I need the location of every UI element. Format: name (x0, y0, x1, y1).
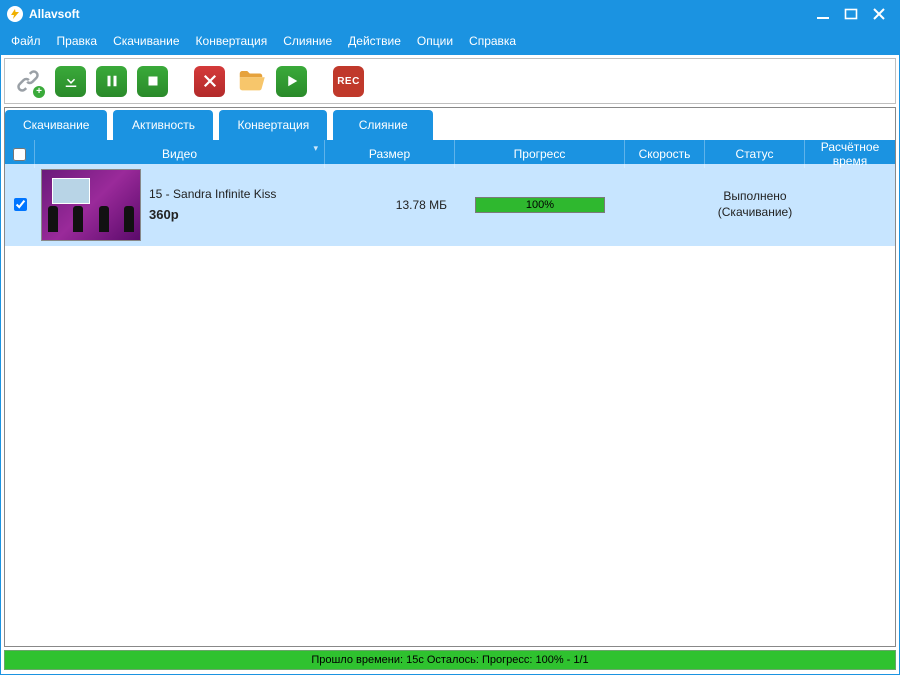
record-button[interactable]: REC (333, 66, 364, 97)
delete-button[interactable] (194, 66, 225, 97)
app-window: Allavsoft Файл Правка Скачивание Конверт… (0, 0, 900, 675)
close-button[interactable] (865, 4, 893, 24)
progress-text: 100% (476, 198, 604, 212)
app-title: Allavsoft (29, 7, 80, 21)
tab-activity[interactable]: Активность (113, 110, 213, 140)
content-area: Скачивание Активность Конвертация Слияни… (4, 107, 896, 647)
row-size-cell: 13.78 МБ (325, 164, 455, 245)
menu-merge[interactable]: Слияние (283, 34, 332, 48)
app-logo-icon (7, 6, 23, 22)
tabs: Скачивание Активность Конвертация Слияни… (5, 110, 895, 140)
toolbar: + REC (4, 58, 896, 104)
menu-help[interactable]: Справка (469, 34, 516, 48)
table-row[interactable]: 15 - Sandra Infinite Kiss 360p 13.78 МБ … (5, 164, 895, 246)
menu-file[interactable]: Файл (11, 34, 41, 48)
record-label: REC (337, 76, 360, 87)
row-progress-cell: 100% (455, 164, 625, 245)
menu-download[interactable]: Скачивание (113, 34, 179, 48)
video-title: 15 - Sandra Infinite Kiss (149, 187, 276, 201)
col-size[interactable]: Размер (325, 140, 455, 168)
col-status[interactable]: Статус (705, 140, 805, 168)
row-speed-cell (625, 164, 705, 245)
rows-container: 15 - Sandra Infinite Kiss 360p 13.78 МБ … (5, 164, 895, 646)
col-checkbox[interactable] (5, 140, 35, 168)
open-folder-button[interactable] (235, 66, 266, 97)
menu-options[interactable]: Опции (417, 34, 453, 48)
statusbar: Прошло времени: 15с Осталось: Прогресс: … (4, 650, 896, 670)
play-button[interactable] (276, 66, 307, 97)
tab-merge[interactable]: Слияние (333, 110, 433, 140)
tab-convert[interactable]: Конвертация (219, 110, 327, 140)
titlebar: Allavsoft (1, 1, 899, 27)
menu-edit[interactable]: Правка (57, 34, 98, 48)
col-speed[interactable]: Скорость (625, 140, 705, 168)
video-quality: 360p (149, 207, 276, 222)
row-eta-cell (805, 164, 895, 245)
menubar: Файл Правка Скачивание Конвертация Слиян… (1, 27, 899, 55)
paste-url-button[interactable]: + (11, 64, 45, 98)
video-thumbnail (41, 169, 141, 241)
download-button[interactable] (55, 66, 86, 97)
col-eta[interactable]: Расчётное время (805, 140, 895, 168)
stop-button[interactable] (137, 66, 168, 97)
col-video[interactable]: Видео▾ (35, 140, 325, 168)
sort-indicator-icon: ▾ (313, 143, 318, 154)
column-headers: Видео▾ Размер Прогресс Скорость Статус Р… (5, 140, 895, 164)
row-video-cell: 15 - Sandra Infinite Kiss 360p (35, 164, 325, 245)
minimize-button[interactable] (809, 4, 837, 24)
pause-button[interactable] (96, 66, 127, 97)
progress-bar: 100% (475, 197, 605, 213)
maximize-button[interactable] (837, 4, 865, 24)
menu-convert[interactable]: Конвертация (196, 34, 268, 48)
plus-icon: + (33, 86, 45, 98)
menu-action[interactable]: Действие (348, 34, 401, 48)
col-progress[interactable]: Прогресс (455, 140, 625, 168)
tab-download[interactable]: Скачивание (5, 110, 107, 140)
row-status-cell: Выполнено (Скачивание) (705, 164, 805, 245)
row-checkbox-cell[interactable] (5, 164, 35, 245)
